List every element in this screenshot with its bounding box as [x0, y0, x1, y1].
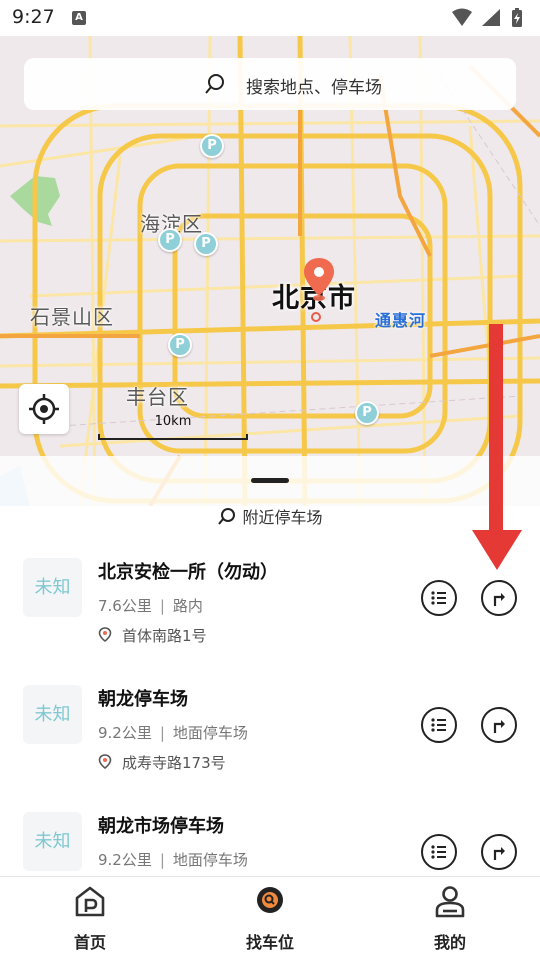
map-scale: 10km: [98, 412, 248, 440]
scale-line: [98, 434, 248, 440]
parking-marker[interactable]: P: [355, 401, 379, 425]
parking-distance: 7.6公里: [98, 597, 152, 615]
meta-separator: |: [159, 851, 165, 869]
parking-name: 朝龙停车场: [98, 689, 188, 710]
search-icon: [218, 508, 236, 525]
parking-marker[interactable]: P: [158, 228, 182, 252]
parking-distance: 9.2公里: [98, 851, 152, 869]
parking-marker[interactable]: P: [200, 134, 224, 158]
search-icon: [205, 74, 224, 94]
district-label-shijingshan: 石景山区: [30, 305, 114, 329]
location-pin-icon: [98, 627, 112, 642]
parking-list[interactable]: 未知 北京安检一所（勿动） 7.6公里 | 路内 首体南路1号 未知 朝龙停车场 9…: [0, 540, 540, 876]
navigate-button[interactable]: [481, 707, 517, 743]
scale-label: 10km: [154, 414, 192, 429]
nav-label: 首页: [73, 933, 106, 952]
address-text: 首体南路1号: [122, 627, 207, 645]
nav-profile[interactable]: 我的: [360, 877, 540, 960]
parking-home-icon: [75, 886, 105, 917]
locate-me-button[interactable]: [19, 384, 69, 434]
list-item[interactable]: 未知 朝龙停车场 9.2公里 | 地面停车场 成寿寺路173号: [0, 667, 540, 794]
list-icon: [431, 845, 446, 859]
nav-label: 我的: [433, 933, 466, 952]
parking-address: 成寿寺路173号: [98, 752, 226, 773]
list-header: 附近停车场: [0, 504, 540, 534]
route-turn-icon: [493, 720, 505, 733]
parking-meta: 9.2公里 | 地面停车场: [98, 722, 248, 743]
list-item[interactable]: 未知 北京安检一所（勿动） 7.6公里 | 路内 首体南路1号: [0, 540, 540, 667]
meta-separator: |: [159, 597, 165, 615]
list-item[interactable]: 未知 朝龙市场停车场 9.2公里 | 地面停车场: [0, 794, 540, 876]
battery-charging-icon: [512, 8, 522, 27]
nav-label: 找车位: [245, 933, 294, 952]
parking-type: 地面停车场: [172, 851, 248, 869]
parking-marker[interactable]: P: [168, 333, 192, 357]
list-icon: [431, 718, 446, 732]
status-bar: 9:27 A: [0, 0, 540, 36]
list-title: 附近停车场: [242, 508, 323, 527]
nav-find-parking[interactable]: 找车位: [180, 877, 360, 960]
river-label: 通惠河: [375, 311, 427, 330]
detail-list-button[interactable]: [421, 834, 457, 870]
wifi-icon: [452, 8, 472, 26]
sheet-drag-handle[interactable]: [251, 478, 289, 483]
nav-home[interactable]: 首页: [0, 877, 180, 960]
parking-distance: 9.2公里: [98, 724, 152, 742]
parking-name: 北京安检一所（勿动）: [98, 562, 278, 583]
location-pin-icon: [98, 754, 112, 769]
route-turn-icon: [493, 593, 505, 606]
bottom-nav: 首页 找车位 我的: [0, 876, 540, 960]
find-parking-icon: [257, 887, 283, 913]
list-icon: [431, 591, 446, 605]
parking-meta: 7.6公里 | 路内: [98, 595, 203, 616]
status-icons: [452, 8, 522, 27]
status-badge: 未知: [23, 558, 82, 617]
crosshair-icon: [29, 394, 59, 424]
navigate-button[interactable]: [481, 834, 517, 870]
map-view[interactable]: 搜索地点、停车场 海淀区 石景山区 丰台区 北京市 通惠河 P P P P P …: [0, 36, 540, 506]
meta-separator: |: [159, 724, 165, 742]
map-pin-icon: [304, 258, 334, 301]
parking-marker[interactable]: P: [194, 232, 218, 256]
address-text: 成寿寺路173号: [122, 754, 226, 772]
status-badge: 未知: [23, 812, 82, 871]
status-badge: 未知: [23, 685, 82, 744]
annotation-arrow-icon: [472, 324, 522, 570]
parking-address: 首体南路1号: [98, 625, 207, 646]
search-placeholder: 搜索地点、停车场: [246, 78, 382, 98]
status-time: 9:27: [12, 6, 55, 28]
center-dot-icon: [311, 312, 321, 322]
district-label-fengtai: 丰台区: [126, 385, 189, 409]
profile-icon: [435, 886, 465, 918]
parking-meta: 9.2公里 | 地面停车场: [98, 849, 248, 870]
detail-list-button[interactable]: [421, 580, 457, 616]
signal-icon: [482, 9, 500, 26]
parking-type: 路内: [172, 597, 203, 615]
map-search-bar[interactable]: 搜索地点、停车场: [24, 58, 516, 110]
route-turn-icon: [493, 847, 505, 860]
parking-name: 朝龙市场停车场: [98, 816, 224, 837]
navigate-button[interactable]: [481, 580, 517, 616]
parking-type: 地面停车场: [172, 724, 248, 742]
detail-list-button[interactable]: [421, 707, 457, 743]
notification-icon: A: [72, 11, 86, 25]
